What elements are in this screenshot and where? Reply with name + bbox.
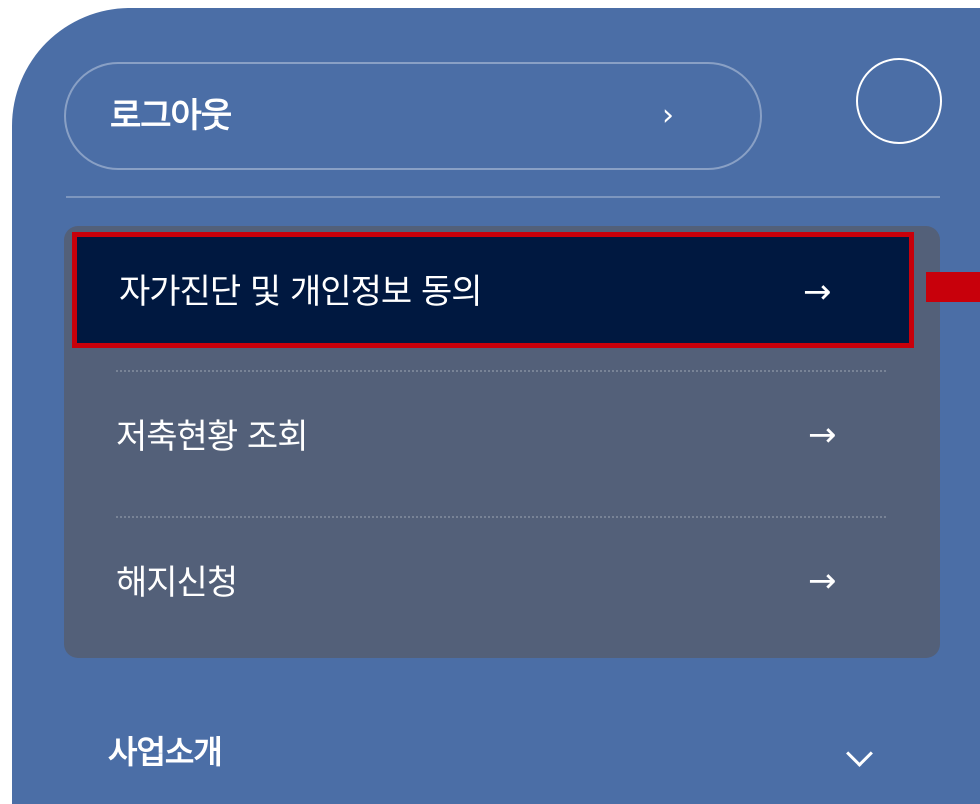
- callout-pointer: [926, 272, 980, 302]
- chevron-down-icon: [846, 740, 873, 767]
- menu-item-label: 저축현황 조회: [116, 417, 308, 457]
- menu-item-cancel-request[interactable]: 해지신청 →: [64, 522, 940, 652]
- mobile-nav-panel: 로그아웃 › 저축현황 조회 → 해지신청 → 자가진단 및 개인정보 동의 →…: [12, 8, 980, 804]
- chevron-right-icon: ›: [662, 98, 674, 133]
- header-divider: [66, 196, 940, 198]
- menu-separator: [116, 370, 886, 372]
- logout-label: 로그아웃: [110, 96, 232, 136]
- section-business-intro[interactable]: 사업소개: [64, 724, 940, 784]
- section-label: 사업소개: [108, 733, 223, 771]
- menu-item-savings-status[interactable]: 저축현황 조회 →: [64, 376, 940, 506]
- menu-item-label: 해지신청: [116, 563, 238, 603]
- arrow-right-icon: →: [808, 415, 837, 455]
- menu-separator: [116, 516, 886, 518]
- menu-item-label: 자가진단 및 개인정보 동의: [119, 272, 483, 312]
- arrow-right-icon: →: [808, 561, 837, 601]
- arrow-right-icon: →: [803, 272, 832, 312]
- logout-button[interactable]: 로그아웃 ›: [64, 62, 762, 170]
- profile-circle-icon[interactable]: [856, 58, 942, 144]
- menu-item-self-diagnosis[interactable]: 자가진단 및 개인정보 동의 →: [72, 232, 914, 348]
